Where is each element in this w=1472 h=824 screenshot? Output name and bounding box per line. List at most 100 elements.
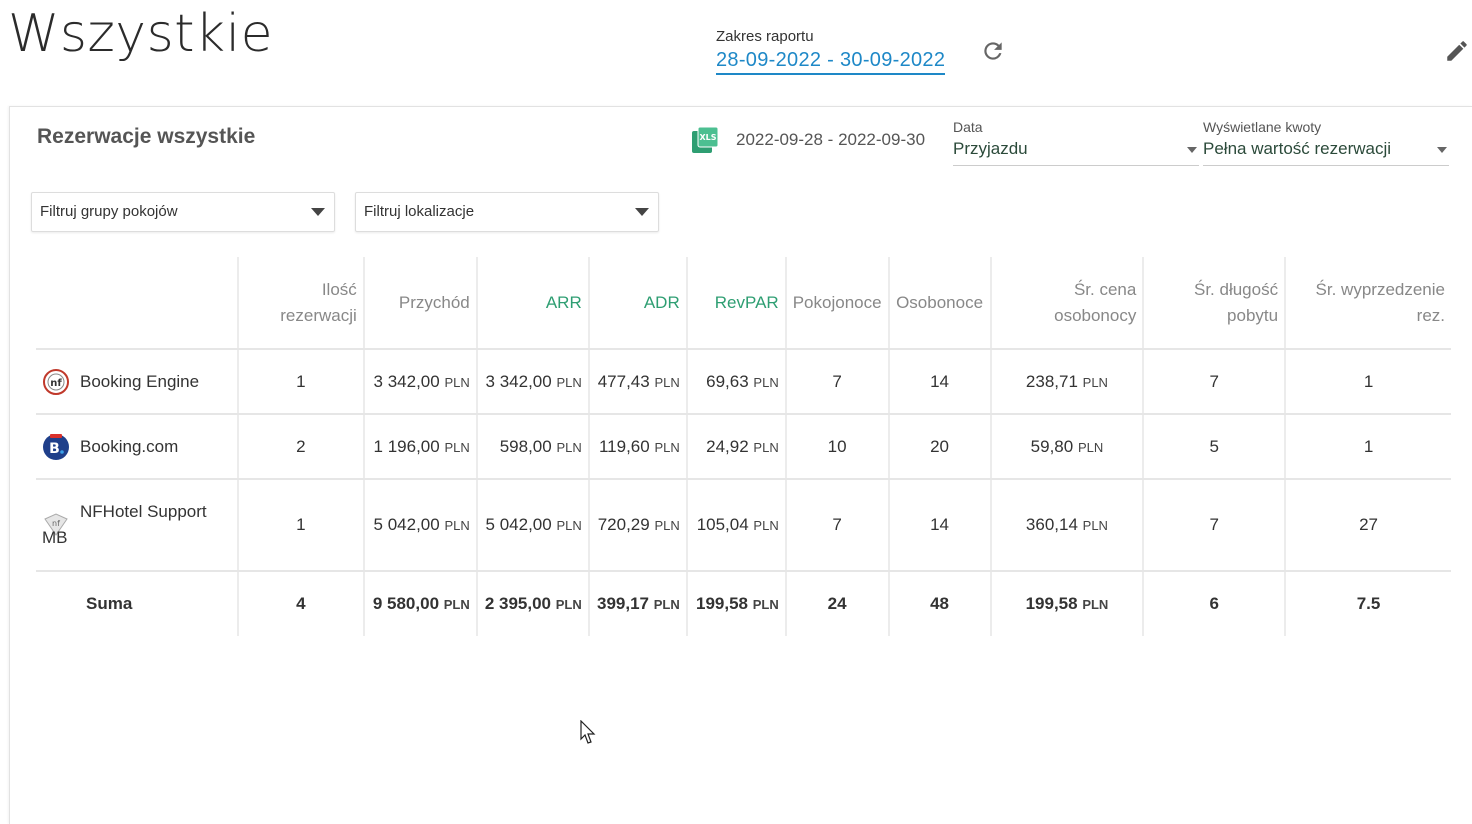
amounts-label: Wyświetlane kwoty xyxy=(1203,119,1322,135)
filter-room-groups-label: Filtruj grupy pokojów xyxy=(40,203,178,220)
unit-label: PLN xyxy=(654,439,680,455)
card-title: Rezerwacje wszystkie xyxy=(37,125,256,148)
source-name: Booking.com xyxy=(80,436,179,456)
cell-wyprzedzenie: 1 xyxy=(1285,349,1451,415)
unit-label: PLN xyxy=(753,518,779,533)
cell-cena: 59,80 xyxy=(1030,436,1074,456)
cell-osobonoce: 14 xyxy=(888,349,992,415)
sum-adr: 399,17 xyxy=(597,594,649,613)
sum-ilosc: 4 xyxy=(237,571,365,636)
table-sum-row: Suma 4 9 580,00 PLN 2 395,00 PLN 399,17 … xyxy=(36,571,1451,636)
refresh-icon[interactable] xyxy=(980,38,1006,64)
col-revpar[interactable]: RevPAR xyxy=(686,257,787,350)
sum-dlugosc: 6 xyxy=(1143,571,1287,636)
table-row[interactable]: nf NFHotel Support MB 1 5 042,00 PLN 5 0… xyxy=(36,479,1451,572)
table-header-row: Ilość rezerwacji Przychód ARR ADR RevPAR… xyxy=(36,257,1451,350)
svg-text:B: B xyxy=(49,441,60,457)
col-arr[interactable]: ARR xyxy=(476,257,590,350)
report-range-value[interactable]: 28-09-2022 - 30-09-2022 xyxy=(716,49,946,75)
unit-label: PLN xyxy=(444,374,470,390)
col-przychod[interactable]: Przychód xyxy=(363,257,478,350)
cell-przychod: 1 196,00 xyxy=(373,436,440,456)
reservations-card: Rezerwacje wszystkie XLS 2022-09-28 - 20… xyxy=(9,106,1472,824)
cell-osobonoce: 20 xyxy=(888,414,992,480)
unit-label: PLN xyxy=(654,374,680,390)
table-row[interactable]: B Booking.com 2 1 196,00 PLN 598,00 PLN … xyxy=(36,414,1451,480)
col-wyprzedzenie[interactable]: Śr. wyprzedzenie rez. xyxy=(1285,257,1451,350)
amounts-value: Pełna wartość rezerwacji xyxy=(1203,139,1392,158)
cell-ilosc: 2 xyxy=(237,414,365,480)
cell-adr: 720,29 xyxy=(597,515,650,534)
unit-label: PLN xyxy=(1082,597,1109,612)
cell-pokojonoce: 7 xyxy=(785,479,890,572)
cell-dlugosc: 7 xyxy=(1143,349,1287,415)
svg-text:XLS: XLS xyxy=(699,133,716,142)
col-source xyxy=(36,257,239,350)
col-pokojonoce[interactable]: Pokojonoce xyxy=(785,257,890,350)
sum-cena: 199,58 xyxy=(1025,594,1078,613)
booking-com-icon: B xyxy=(43,433,69,460)
cell-pokojonoce: 10 xyxy=(785,414,890,480)
sum-label: Suma xyxy=(36,571,239,636)
cell-revpar: 69,63 xyxy=(706,371,749,391)
cell-cena: 238,71 xyxy=(1025,371,1078,391)
sum-arr: 2 395,00 xyxy=(484,594,552,613)
edit-pencil-icon[interactable] xyxy=(1444,38,1470,64)
date-type-value-wrap[interactable]: Przyjazdu xyxy=(953,139,1199,166)
source-name: Booking Engine xyxy=(80,371,200,391)
unit-label: PLN xyxy=(752,597,779,612)
date-type-value: Przyjazdu xyxy=(953,139,1028,158)
unit-label: PLN xyxy=(556,439,582,455)
cell-ilosc: 1 xyxy=(237,479,365,572)
source-name: NFHotel Support MB xyxy=(42,502,207,547)
unit-label: PLN xyxy=(556,374,582,390)
chevron-down-icon xyxy=(311,208,325,216)
cell-ilosc: 1 xyxy=(237,349,365,415)
cell-revpar: 105,04 xyxy=(696,515,749,534)
unit-label: PLN xyxy=(444,518,470,533)
sum-pokojonoce: 24 xyxy=(785,571,890,636)
table-row[interactable]: nf Booking Engine 1 3 342,00 PLN 3 342,0… xyxy=(36,349,1451,415)
filter-locations-label: Filtruj lokalizacje xyxy=(364,203,475,220)
reservations-table: Ilość rezerwacji Przychód ARR ADR RevPAR… xyxy=(36,257,1451,636)
unit-label: PLN xyxy=(653,597,680,612)
cell-osobonoce: 14 xyxy=(888,479,992,572)
cell-przychod: 5 042,00 xyxy=(373,515,440,534)
unit-label: PLN xyxy=(443,597,470,612)
sum-revpar: 199,58 xyxy=(695,594,748,613)
col-adr[interactable]: ADR xyxy=(588,257,688,350)
col-ilosc[interactable]: Ilość rezerwacji xyxy=(237,257,365,350)
amounts-select[interactable]: Wyświetlane kwoty Pełna wartość rezerwac… xyxy=(1203,119,1449,166)
unit-label: PLN xyxy=(1082,518,1108,533)
amounts-value-wrap[interactable]: Pełna wartość rezerwacji xyxy=(1203,139,1449,166)
col-cena[interactable]: Śr. cena osobonocy xyxy=(990,257,1145,350)
col-dlugosc[interactable]: Śr. długość pobytu xyxy=(1143,257,1287,350)
report-range-label: Zakres raportu xyxy=(716,28,814,45)
booking-engine-icon: nf xyxy=(43,368,69,395)
date-type-select[interactable]: Data Przyjazdu xyxy=(953,119,1199,166)
cell-arr: 3 342,00 xyxy=(485,371,552,391)
chevron-down-icon xyxy=(1187,147,1197,153)
cell-wyprzedzenie: 27 xyxy=(1285,479,1451,572)
date-type-label: Data xyxy=(953,119,983,135)
card-date-range: 2022-09-28 - 2022-09-30 xyxy=(736,130,926,149)
cell-pokojonoce: 7 xyxy=(785,349,890,415)
xls-export-icon[interactable]: XLS xyxy=(690,125,720,155)
cell-dlugosc: 7 xyxy=(1143,479,1287,572)
cell-dlugosc: 5 xyxy=(1143,414,1287,480)
cell-arr: 598,00 xyxy=(499,436,552,456)
sum-przychod: 9 580,00 xyxy=(372,594,440,613)
svg-text:nf: nf xyxy=(50,378,62,389)
unit-label: PLN xyxy=(1077,439,1104,455)
chevron-down-icon xyxy=(1437,147,1447,153)
filter-locations[interactable]: Filtruj lokalizacje xyxy=(355,192,659,232)
col-osobonoce[interactable]: Osobonoce xyxy=(888,257,992,350)
mouse-cursor-icon xyxy=(580,720,596,744)
cell-przychod: 3 342,00 xyxy=(373,371,440,391)
cell-cena: 360,14 xyxy=(1025,515,1078,534)
filter-room-groups[interactable]: Filtruj grupy pokojów xyxy=(31,192,335,232)
unit-label: PLN xyxy=(444,439,470,455)
sum-wyprzedzenie: 7.5 xyxy=(1356,594,1381,613)
unit-label: PLN xyxy=(654,518,680,533)
sum-osobonoce: 48 xyxy=(888,571,992,636)
